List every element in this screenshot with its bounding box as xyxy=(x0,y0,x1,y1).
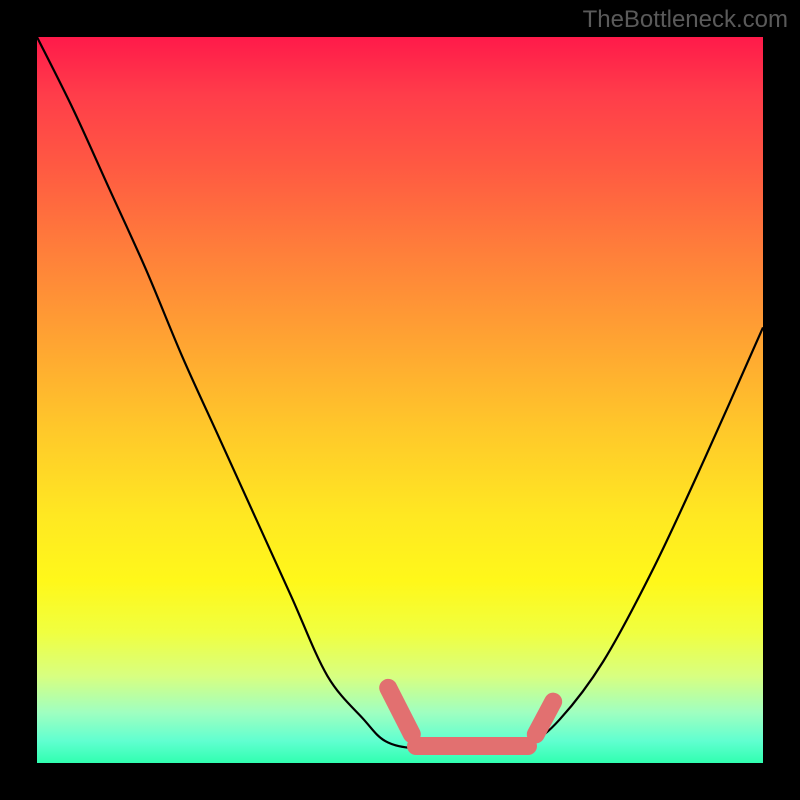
optimal-band-left xyxy=(376,676,424,747)
watermark-text: TheBottleneck.com xyxy=(583,6,788,34)
optimal-band-center xyxy=(407,737,537,755)
chart-plot-area xyxy=(37,37,763,763)
bottleneck-curve-line xyxy=(37,37,763,763)
optimal-band-right xyxy=(524,689,566,746)
